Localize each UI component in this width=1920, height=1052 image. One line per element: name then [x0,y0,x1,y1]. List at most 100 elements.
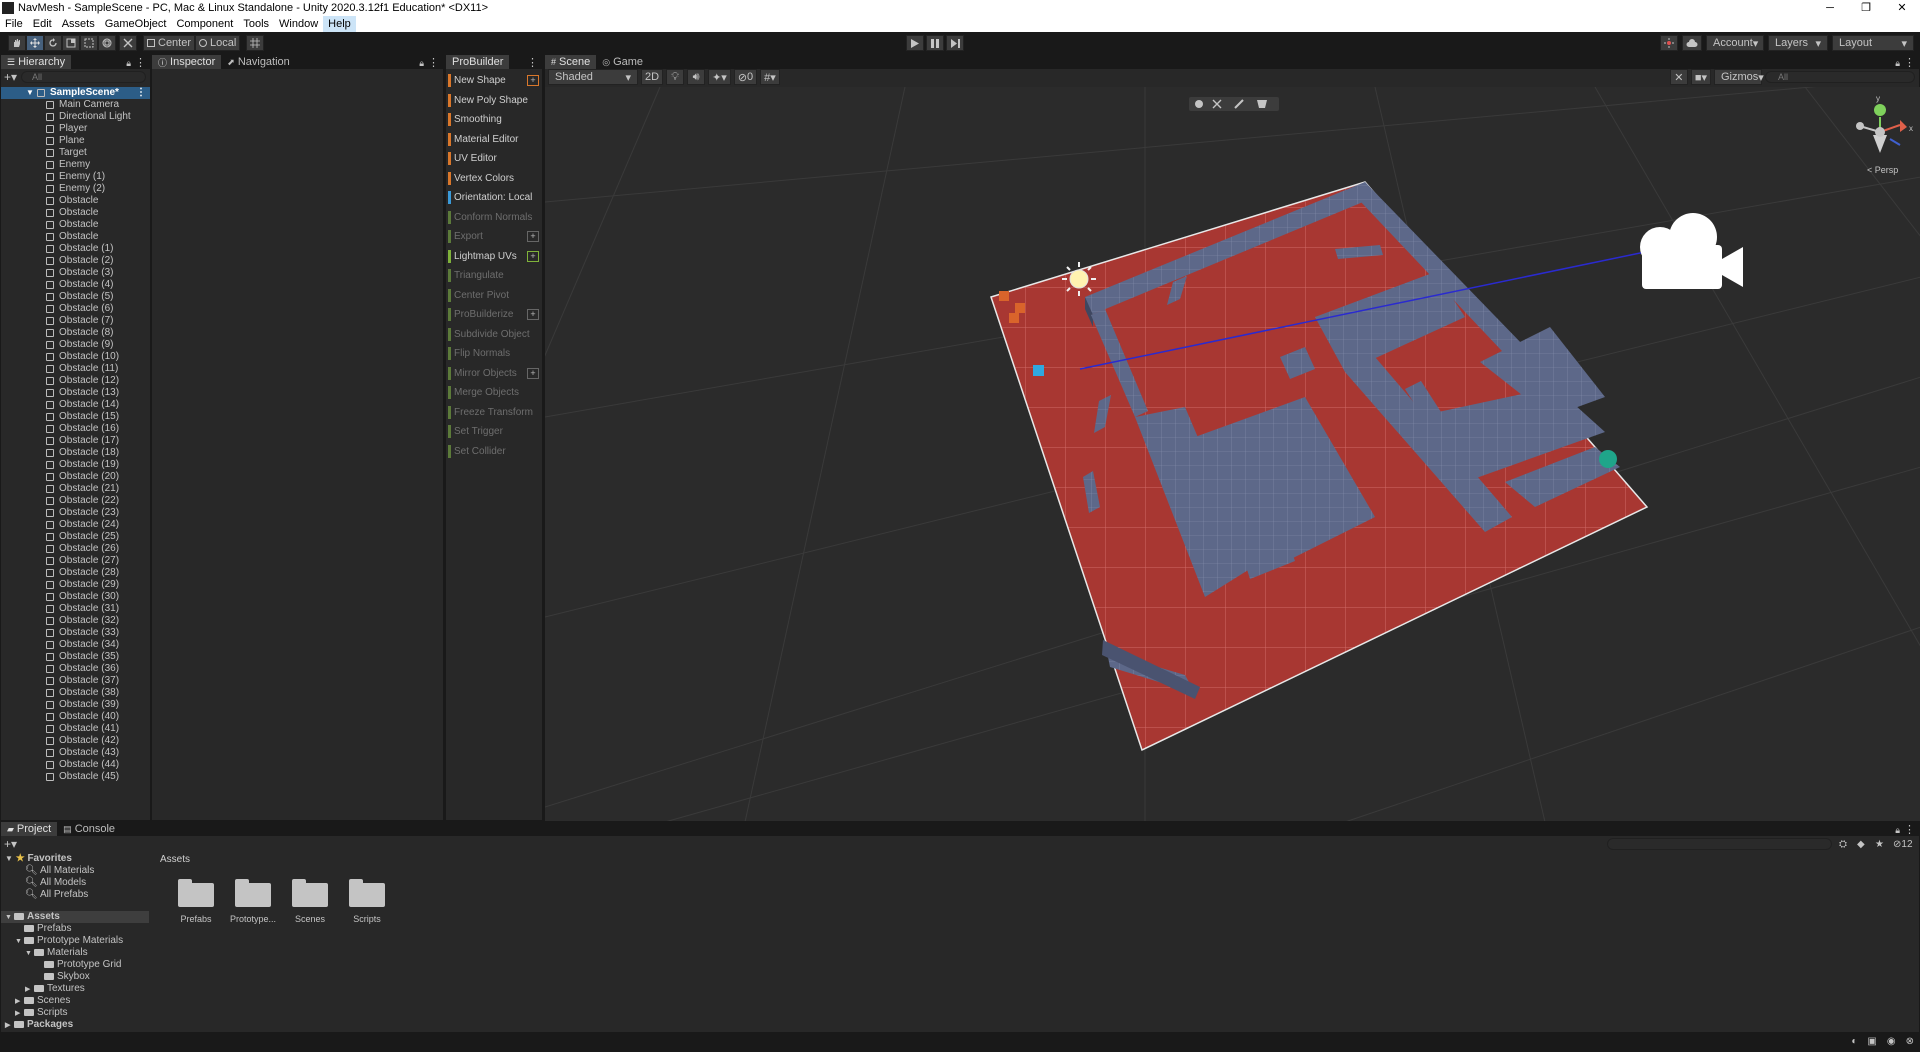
expand-arrow-icon[interactable]: ▼ [26,87,34,99]
hierarchy-item[interactable]: Obstacle (33) [1,627,150,639]
hierarchy-item[interactable]: Obstacle (42) [1,735,150,747]
project-tree-folder[interactable]: ▼ Assets [1,911,149,923]
more-options-icon[interactable]: ⋮ [527,56,538,69]
options-plus-button[interactable]: + [527,231,539,242]
menu-gameobject[interactable]: GameObject [100,16,172,32]
hierarchy-item[interactable]: Obstacle (19) [1,459,150,471]
more-options-icon[interactable]: ⋮ [428,56,439,69]
tab-game[interactable]: ◎ Game [596,55,649,69]
hierarchy-item[interactable]: Obstacle (1) [1,243,150,255]
probuilder-action[interactable]: Orientation: Local [446,188,542,208]
hierarchy-item[interactable]: Obstacle (34) [1,639,150,651]
project-tree-folder[interactable]: ▼ Prototype Materials [1,935,149,947]
asset-folder[interactable]: Prototype... [228,879,278,924]
scale-tool-button[interactable] [62,35,80,51]
probuilder-action[interactable]: Set Collider [446,442,542,462]
hierarchy-item[interactable]: Obstacle (10) [1,351,150,363]
menu-tools[interactable]: Tools [238,16,274,32]
hidden-packages-badge[interactable]: ⊘12 [1893,839,1913,850]
hierarchy-item[interactable]: Obstacle (9) [1,339,150,351]
orientation-gizmo[interactable]: y x [1856,94,1913,153]
filter-label-icon[interactable]: ◆ [1857,839,1865,850]
tab-scene[interactable]: # Scene [545,55,597,69]
probuilder-action[interactable]: UV Editor [446,149,542,169]
probuilder-action[interactable]: ProBuilderize + [446,305,542,325]
hierarchy-item[interactable]: Obstacle (30) [1,591,150,603]
hierarchy-item[interactable]: Obstacle (3) [1,267,150,279]
grid-snap-button[interactable] [246,35,265,51]
move-tool-button[interactable] [26,35,44,51]
more-options-icon[interactable]: ⋮ [135,56,146,69]
hierarchy-item[interactable]: Obstacle (29) [1,579,150,591]
hierarchy-item[interactable]: Plane [1,135,150,147]
hierarchy-item[interactable]: Obstacle (21) [1,483,150,495]
probuilder-action[interactable]: Flip Normals [446,344,542,364]
probuilder-action[interactable]: Material Editor [446,130,542,150]
hierarchy-item[interactable]: Obstacle (24) [1,519,150,531]
hierarchy-item[interactable]: Directional Light [1,111,150,123]
probuilder-action[interactable]: Smoothing [446,110,542,130]
menu-window[interactable]: Window [274,16,323,32]
menu-assets[interactable]: Assets [57,16,100,32]
minimize-button[interactable]: ─ [1812,0,1848,16]
pivot-toggle[interactable]: Center [143,35,196,51]
hierarchy-item[interactable]: Obstacle (44) [1,759,150,771]
scene-root[interactable]: ▼ SampleScene* ⋮ [1,87,150,99]
space-toggle[interactable]: Local [195,35,241,51]
probuilder-action[interactable]: Subdivide Object [446,325,542,345]
cache-server-icon[interactable]: ▣ [1867,1036,1876,1047]
probuilder-action[interactable]: Mirror Objects + [446,364,542,384]
favorite-item[interactable]: 🔍︎ All Prefabs [1,889,149,901]
project-tree-folder[interactable]: Prototype Grid [1,959,149,971]
projection-label[interactable]: < Persp [1867,165,1898,175]
menu-component[interactable]: Component [171,16,238,32]
project-tree-folder[interactable]: ▶ Scenes [1,995,149,1007]
tab-hierarchy[interactable]: ☰ Hierarchy [1,55,72,69]
grid-dropdown[interactable]: #▾ [760,69,780,85]
hierarchy-item[interactable]: Obstacle (23) [1,507,150,519]
gizmos-dropdown[interactable]: Gizmos ▾ [1714,69,1764,85]
options-plus-button[interactable]: + [527,309,539,320]
options-plus-button[interactable]: + [527,75,539,86]
more-options-icon[interactable]: ⋮ [1904,56,1915,69]
project-tree-folder[interactable]: Prefabs [1,923,149,935]
probuilder-action[interactable]: Conform Normals [446,208,542,228]
project-search-input[interactable] [1607,838,1832,850]
tab-inspector[interactable]: ⓘ Inspector [152,55,222,69]
lock-icon[interactable]: 🔒︎ [419,58,424,69]
project-tree-folder[interactable]: ▶ Scripts [1,1007,149,1019]
notification-icon[interactable]: ⊗ [1906,1036,1914,1047]
layers-dropdown[interactable]: Layers ▾ [1768,35,1828,51]
scene-menu-icon[interactable]: ⋮ [136,87,146,99]
hierarchy-item[interactable]: Obstacle (2) [1,255,150,267]
hierarchy-item[interactable]: Obstacle (22) [1,495,150,507]
probuilder-action[interactable]: Freeze Transform [446,403,542,423]
favorite-item[interactable]: 🔍︎ All Materials [1,865,149,877]
create-add-button[interactable]: +▾ [4,70,17,84]
custom-tool-button[interactable] [119,35,137,51]
options-plus-button[interactable]: + [527,250,539,262]
hierarchy-item[interactable]: Obstacle (37) [1,675,150,687]
hierarchy-item[interactable]: Obstacle (27) [1,555,150,567]
viewport-overlay-toolbar[interactable] [1189,97,1279,111]
hierarchy-item[interactable]: Obstacle [1,207,150,219]
hierarchy-item[interactable]: Obstacle (26) [1,543,150,555]
shading-mode-dropdown[interactable]: Shaded ▾ [548,69,638,85]
pause-button[interactable] [926,35,944,51]
audio-toggle[interactable]: 🔊︎ [687,69,706,85]
cloud-button[interactable] [1682,35,1702,51]
project-tree-folder[interactable]: Skybox [1,971,149,983]
create-add-button[interactable]: +▾ [4,837,17,851]
asset-folder[interactable]: Scenes [285,879,335,924]
scene-viewport[interactable]: y x < Persp [545,87,1920,822]
tools-overlay-button[interactable]: ✕ [1669,69,1688,85]
project-tree-folder[interactable]: ▶ Textures [1,983,149,995]
camera-settings-dropdown[interactable]: ■▾ [1690,69,1711,85]
hierarchy-item[interactable]: Obstacle (31) [1,603,150,615]
hierarchy-item[interactable]: Obstacle (41) [1,723,150,735]
hierarchy-item[interactable]: Obstacle (8) [1,327,150,339]
hierarchy-item[interactable]: Obstacle (38) [1,687,150,699]
hierarchy-item[interactable]: Obstacle [1,219,150,231]
breadcrumb[interactable]: Assets [157,853,1919,867]
probuilder-action[interactable]: Vertex Colors [446,169,542,189]
